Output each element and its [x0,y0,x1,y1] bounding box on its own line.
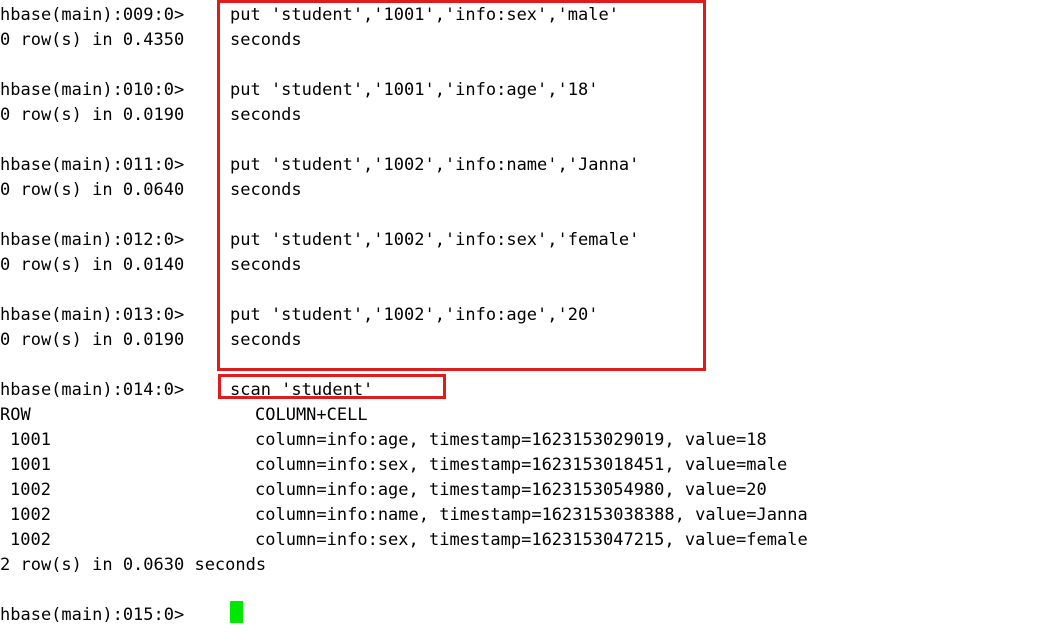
put-command-4: put 'student','1002','info:sex','female' [230,230,640,250]
put-result-4: seconds [230,255,302,275]
put-command-2: put 'student','1001','info:age','18' [230,80,599,100]
put-command-1: put 'student','1001','info:sex','male' [230,5,619,25]
terminal-window[interactable]: hbase(main):009:0> 0 row(s) in 0.4350 hb… [0,0,1037,641]
boxed-put-commands: put 'student','1001','info:sex','male' s… [0,0,1037,641]
put-command-3: put 'student','1002','info:name','Janna' [230,155,640,175]
put-result-1: seconds [230,30,302,50]
scan-command: scan 'student' [230,380,374,400]
put-result-5: seconds [230,330,302,350]
text-cursor [230,601,243,623]
put-result-3: seconds [230,180,302,200]
put-command-5: put 'student','1002','info:age','20' [230,305,599,325]
put-result-2: seconds [230,105,302,125]
